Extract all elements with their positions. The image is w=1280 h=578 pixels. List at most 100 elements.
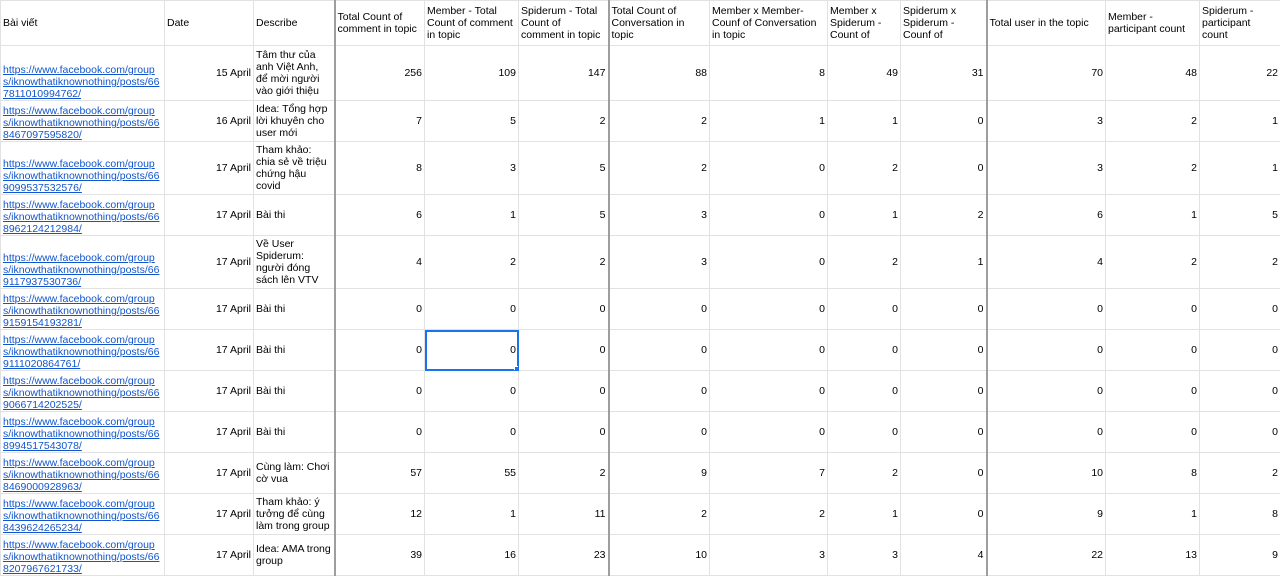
column-header-1[interactable]: Date xyxy=(164,0,254,46)
number-cell[interactable]: 9 xyxy=(607,452,710,494)
number-cell[interactable]: 22 xyxy=(1199,45,1280,101)
number-cell[interactable]: 0 xyxy=(709,411,828,453)
number-cell[interactable]: 0 xyxy=(900,493,988,535)
number-cell[interactable]: 10 xyxy=(607,534,710,576)
number-cell[interactable]: 3 xyxy=(424,141,519,195)
describe-cell[interactable]: Cùng làm: Chơi cờ vua xyxy=(253,452,335,494)
number-cell[interactable]: 70 xyxy=(986,45,1106,101)
number-cell[interactable]: 2 xyxy=(607,493,710,535)
number-cell[interactable]: 4 xyxy=(900,534,988,576)
number-cell[interactable]: 22 xyxy=(986,534,1106,576)
column-header-8[interactable]: Member x Spiderum - Count of xyxy=(827,0,901,46)
number-cell[interactable]: 3 xyxy=(827,534,901,576)
number-cell[interactable]: 0 xyxy=(1199,370,1280,412)
number-cell[interactable]: 0 xyxy=(900,411,988,453)
number-cell[interactable]: 0 xyxy=(827,370,901,412)
number-cell[interactable]: 0 xyxy=(1105,329,1200,371)
date-cell[interactable]: 17 April xyxy=(164,411,254,453)
number-cell[interactable]: 0 xyxy=(827,288,901,330)
number-cell[interactable]: 0 xyxy=(709,288,828,330)
number-cell[interactable]: 55 xyxy=(424,452,519,494)
describe-cell[interactable]: Tham khảo: ý tưởng để cùng làm trong gro… xyxy=(253,493,335,535)
post-link-cell[interactable]: https://www.facebook.com/groups/iknowtha… xyxy=(0,534,165,576)
date-cell[interactable]: 17 April xyxy=(164,194,254,236)
number-cell[interactable]: 3 xyxy=(607,235,710,289)
number-cell[interactable]: 0 xyxy=(1105,411,1200,453)
number-cell[interactable]: 3 xyxy=(986,100,1106,142)
number-cell[interactable]: 0 xyxy=(709,370,828,412)
number-cell[interactable]: 8 xyxy=(1199,493,1280,535)
number-cell[interactable]: 5 xyxy=(1199,194,1280,236)
date-cell[interactable]: 16 April xyxy=(164,100,254,142)
number-cell[interactable]: 48 xyxy=(1105,45,1200,101)
post-link-cell[interactable]: https://www.facebook.com/groups/iknowtha… xyxy=(0,493,165,535)
number-cell[interactable]: 2 xyxy=(1199,235,1280,289)
date-cell[interactable]: 17 April xyxy=(164,534,254,576)
number-cell[interactable]: 9 xyxy=(1199,534,1280,576)
number-cell[interactable]: 2 xyxy=(1199,452,1280,494)
number-cell[interactable]: 0 xyxy=(709,235,828,289)
describe-cell[interactable]: Tham khảo: chia sẻ về triệu chứng hậu co… xyxy=(253,141,335,195)
number-cell[interactable]: 0 xyxy=(900,370,988,412)
describe-cell[interactable]: Bài thi xyxy=(253,288,335,330)
number-cell[interactable]: 8 xyxy=(709,45,828,101)
number-cell[interactable]: 31 xyxy=(900,45,988,101)
number-cell[interactable]: 0 xyxy=(607,288,710,330)
number-cell[interactable]: 256 xyxy=(333,45,425,101)
number-cell[interactable]: 8 xyxy=(1105,452,1200,494)
column-header-7[interactable]: Member x Member- Counf of Conversation i… xyxy=(709,0,828,46)
number-cell[interactable]: 49 xyxy=(827,45,901,101)
number-cell[interactable]: 2 xyxy=(900,194,988,236)
number-cell[interactable]: 0 xyxy=(518,329,609,371)
number-cell[interactable]: 2 xyxy=(518,100,609,142)
number-cell[interactable]: 0 xyxy=(900,100,988,142)
number-cell[interactable]: 1 xyxy=(827,100,901,142)
number-cell[interactable]: 0 xyxy=(333,370,425,412)
number-cell[interactable]: 5 xyxy=(424,100,519,142)
number-cell[interactable]: 2 xyxy=(1105,235,1200,289)
number-cell[interactable]: 5 xyxy=(518,141,609,195)
column-header-11[interactable]: Member - participant count xyxy=(1105,0,1200,46)
number-cell[interactable]: 0 xyxy=(986,329,1106,371)
number-cell[interactable]: 39 xyxy=(333,534,425,576)
column-header-0[interactable]: Bài viết xyxy=(0,0,165,46)
number-cell[interactable]: 0 xyxy=(607,329,710,371)
number-cell[interactable]: 7 xyxy=(333,100,425,142)
selected-cell[interactable]: 0 xyxy=(424,329,519,371)
number-cell[interactable]: 2 xyxy=(709,493,828,535)
column-header-3[interactable]: Total Count of comment in topic xyxy=(333,0,425,46)
number-cell[interactable]: 0 xyxy=(518,288,609,330)
column-header-10[interactable]: Total user in the topic xyxy=(986,0,1106,46)
number-cell[interactable]: 13 xyxy=(1105,534,1200,576)
number-cell[interactable]: 1 xyxy=(709,100,828,142)
column-header-5[interactable]: Spiderum - Total Count of comment in top… xyxy=(518,0,609,46)
column-header-2[interactable]: Describe xyxy=(253,0,335,46)
number-cell[interactable]: 0 xyxy=(986,370,1106,412)
number-cell[interactable]: 2 xyxy=(424,235,519,289)
date-cell[interactable]: 17 April xyxy=(164,452,254,494)
describe-cell[interactable]: Idea: AMA trong group xyxy=(253,534,335,576)
number-cell[interactable]: 0 xyxy=(827,411,901,453)
post-link-cell[interactable]: https://www.facebook.com/groups/iknowtha… xyxy=(0,452,165,494)
number-cell[interactable]: 0 xyxy=(900,288,988,330)
post-link-cell[interactable]: https://www.facebook.com/groups/iknowtha… xyxy=(0,141,165,195)
number-cell[interactable]: 4 xyxy=(333,235,425,289)
column-header-4[interactable]: Member - Total Count of comment in topic xyxy=(424,0,519,46)
date-cell[interactable]: 17 April xyxy=(164,370,254,412)
number-cell[interactable]: 0 xyxy=(986,288,1106,330)
number-cell[interactable]: 2 xyxy=(518,235,609,289)
number-cell[interactable]: 1 xyxy=(1199,141,1280,195)
number-cell[interactable]: 3 xyxy=(986,141,1106,195)
number-cell[interactable]: 2 xyxy=(518,452,609,494)
post-link-cell[interactable]: https://www.facebook.com/groups/iknowtha… xyxy=(0,329,165,371)
number-cell[interactable]: 5 xyxy=(518,194,609,236)
post-link-cell[interactable]: https://www.facebook.com/groups/iknowtha… xyxy=(0,100,165,142)
number-cell[interactable]: 0 xyxy=(518,411,609,453)
number-cell[interactable]: 0 xyxy=(424,288,519,330)
number-cell[interactable]: 0 xyxy=(900,329,988,371)
post-link-cell[interactable]: https://www.facebook.com/groups/iknowtha… xyxy=(0,235,165,289)
number-cell[interactable]: 2 xyxy=(607,100,710,142)
describe-cell[interactable]: Bài thi xyxy=(253,370,335,412)
number-cell[interactable]: 0 xyxy=(333,411,425,453)
number-cell[interactable]: 10 xyxy=(986,452,1106,494)
